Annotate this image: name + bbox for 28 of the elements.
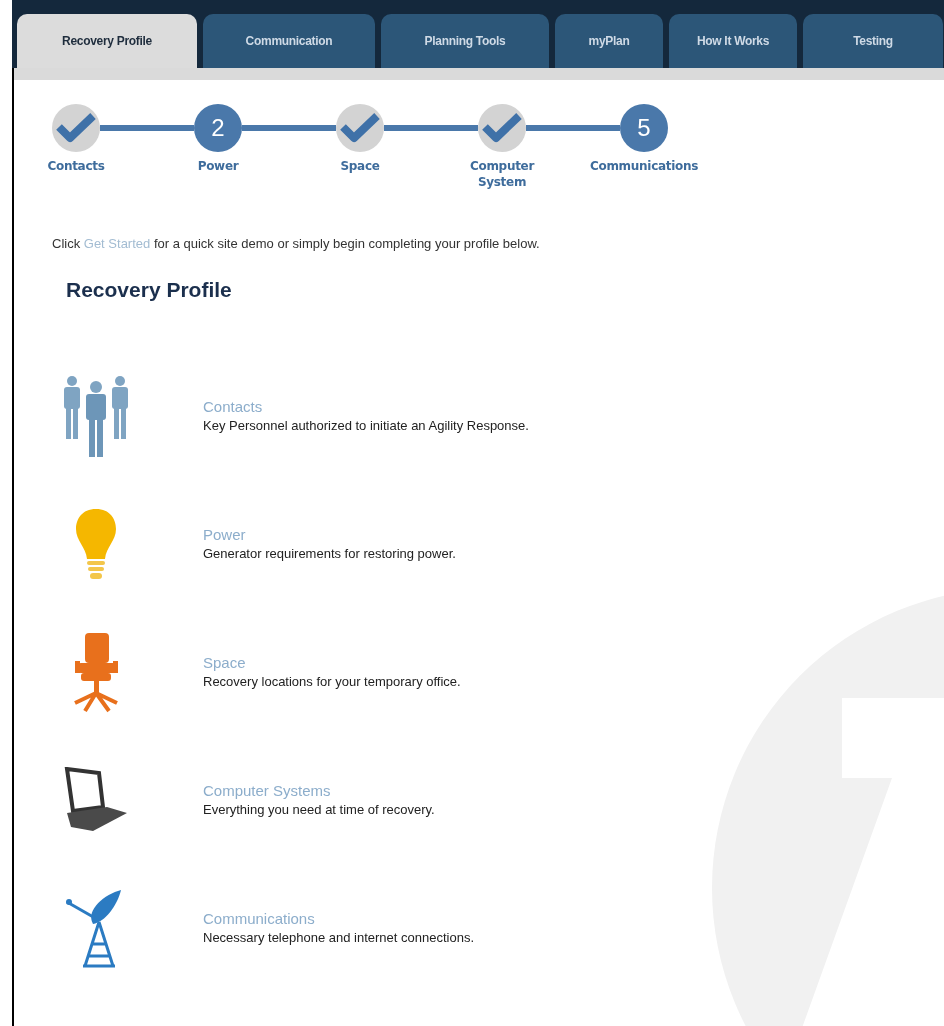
tab[interactable]: Testing: [803, 14, 943, 68]
checkmark-icon: [340, 113, 380, 143]
light-bulb-icon: [73, 507, 118, 581]
checkmark-icon: [482, 113, 522, 143]
tab[interactable]: myPlan: [555, 14, 663, 68]
profile-section-description: Recovery locations for your temporary office.: [203, 673, 461, 691]
profile-section-link[interactable]: Communications: [203, 909, 315, 929]
profile-section-link[interactable]: Computer Systems: [203, 781, 331, 801]
section-heading: Recovery Profile: [66, 276, 233, 303]
intro-sentence: Click Get Started for a quick site demo or simply begin completing your profile below.: [52, 235, 541, 253]
step-label: Power: [197, 158, 239, 174]
tab[interactable]: How It Works: [669, 14, 797, 68]
profile-section-description: Key Personnel authorized to initiate an Agility Response.: [203, 417, 529, 435]
tab[interactable]: Planning Tools: [381, 14, 549, 68]
profile-section-description: Everything you need at time of recovery.: [203, 801, 435, 819]
step-label: Communications: [589, 158, 699, 174]
tab[interactable]: Recovery Profile: [17, 14, 197, 68]
profile-section-description: Necessary telephone and internet connections.: [203, 929, 474, 947]
tab[interactable]: Communication: [203, 14, 375, 68]
checkmark-icon: [56, 113, 96, 143]
profile-section-link[interactable]: Contacts: [203, 397, 263, 417]
step-label: Computer System: [469, 158, 535, 190]
profile-section-link[interactable]: Space: [203, 653, 246, 673]
profile-section-link[interactable]: Power: [203, 525, 246, 545]
profile-section-description: Generator requirements for restoring power.: [203, 545, 456, 563]
step-label: Space: [340, 158, 380, 174]
step-label: Contacts: [47, 158, 105, 174]
laptop-icon: [62, 767, 129, 833]
